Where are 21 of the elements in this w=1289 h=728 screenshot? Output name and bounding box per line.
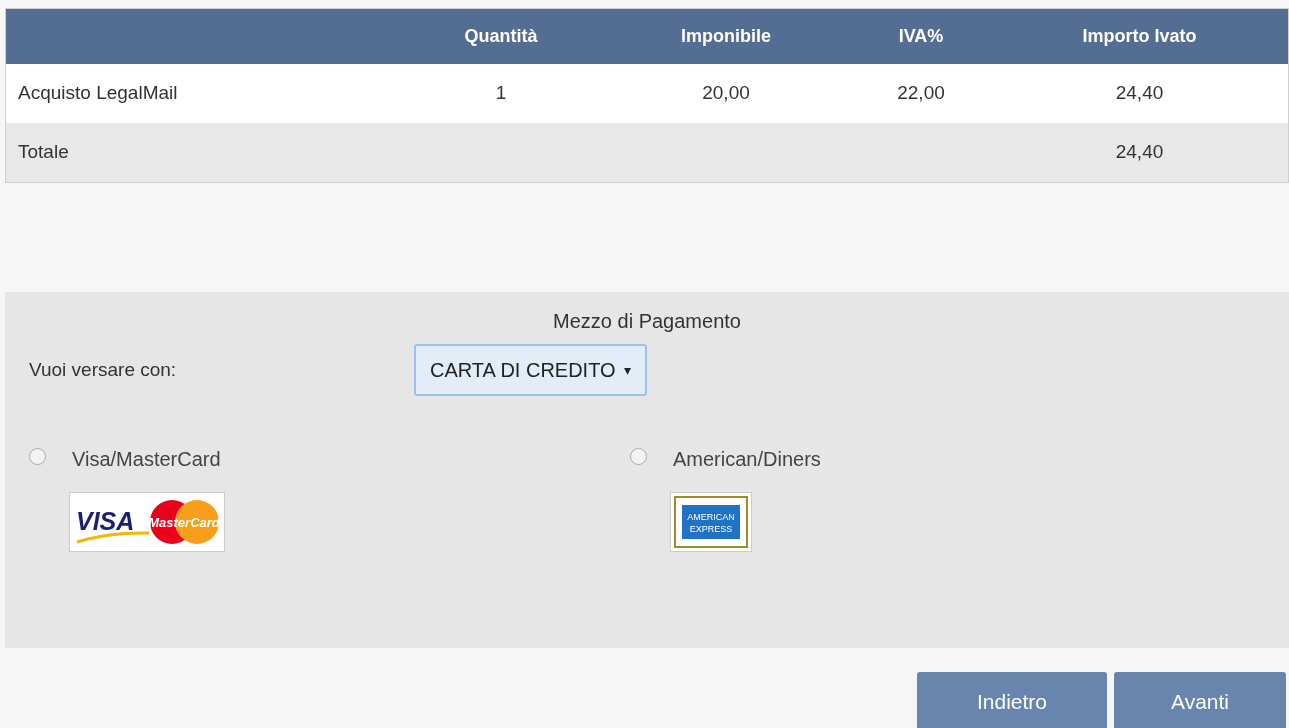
next-button[interactable]: Avanti xyxy=(1114,672,1286,728)
table-cell-text: 1 xyxy=(494,81,508,106)
section-title: Mezzo di Pagamento xyxy=(553,310,741,332)
column-header: Quantità xyxy=(463,25,539,48)
table-cell-text: 22,00 xyxy=(896,81,946,106)
table-cell-text: 24,40 xyxy=(1114,81,1165,106)
option-label: Visa/MasterCard xyxy=(72,447,221,472)
column-header: Importo Ivato xyxy=(1081,25,1198,48)
table-cell-text: 24,40 xyxy=(1114,140,1165,165)
table-cell-text: Totale xyxy=(17,140,70,165)
radio-button[interactable] xyxy=(630,448,647,465)
table-cell-text: Acquisto LegalMail xyxy=(17,81,179,106)
payment-method-dropdown[interactable]: CARTA DI CREDITO ▾ xyxy=(414,344,647,396)
field-label: Vuoi versare con: xyxy=(28,357,178,382)
radio-button[interactable] xyxy=(29,448,46,465)
option-label: American/Diners xyxy=(673,447,821,472)
column-header: IVA% xyxy=(897,25,945,48)
table-cell-text: 20,00 xyxy=(701,81,751,106)
back-button[interactable]: Indietro xyxy=(917,672,1107,728)
amex-logo: AMERICAN EXPRESS xyxy=(670,492,752,552)
column-header: Imponibile xyxy=(680,25,772,48)
